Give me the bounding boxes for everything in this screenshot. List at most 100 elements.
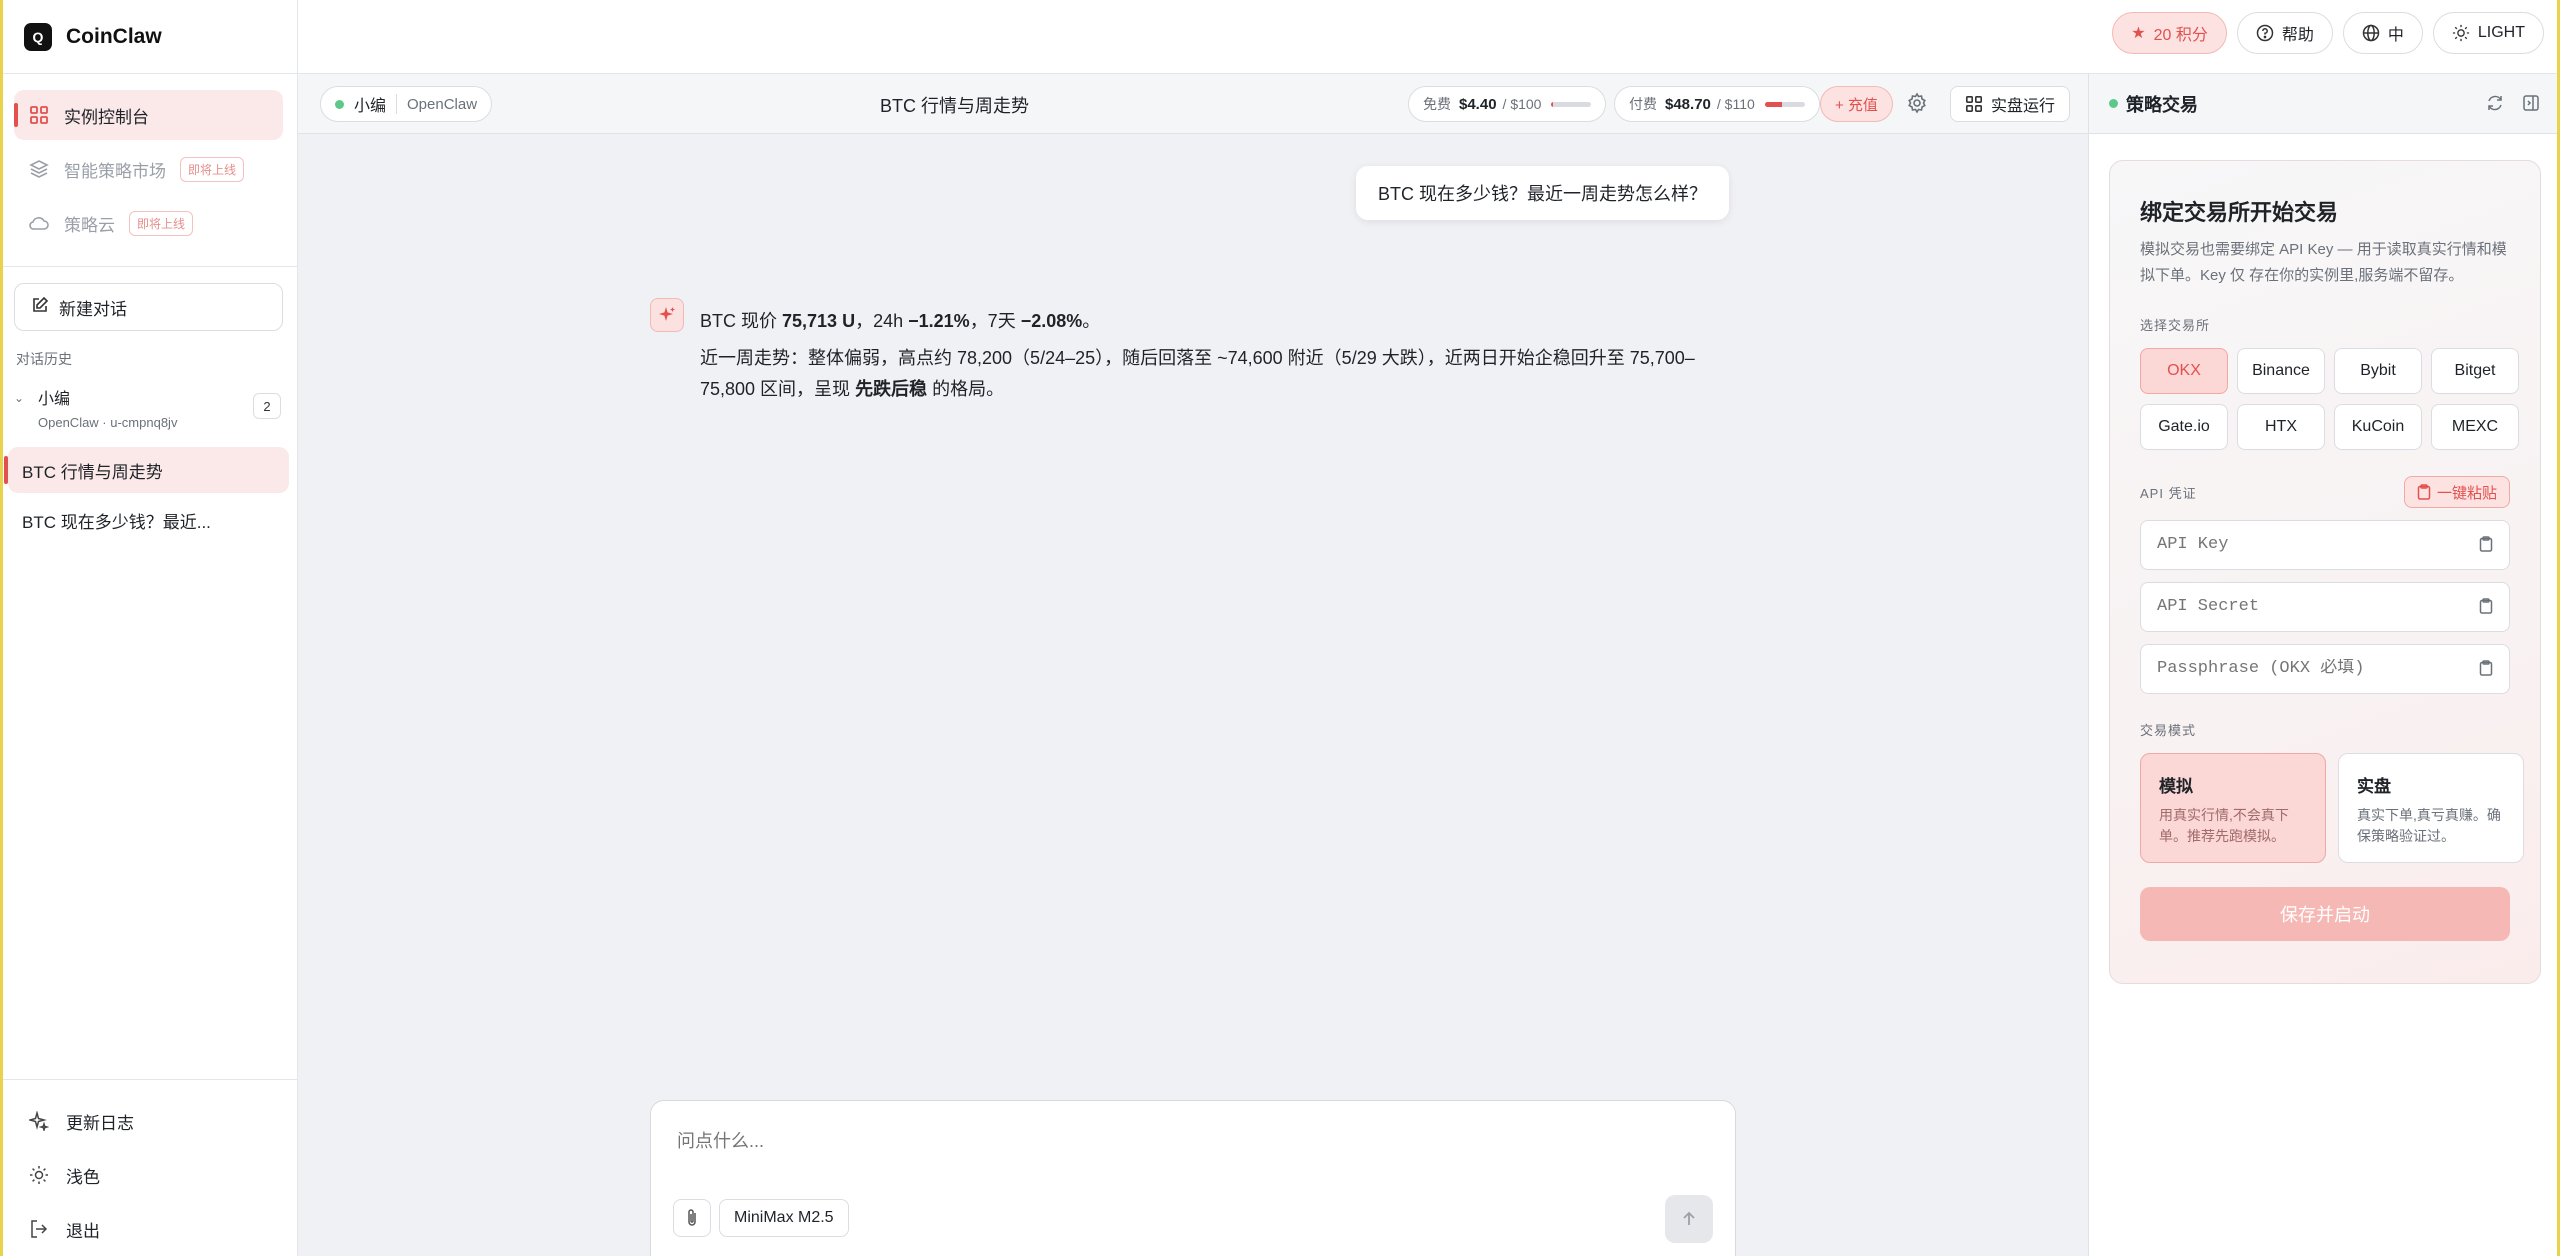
collapse-panel-icon[interactable] (2522, 94, 2540, 117)
help-button[interactable]: 帮助 (2236, 12, 2333, 54)
live-run-button[interactable]: 实盘运行 (1950, 86, 2071, 122)
sidebar: Q CoinClaw 实例控制台 智能策略市场 即将上线 策略云 即将上线 新建… (0, 0, 298, 1256)
text-segment: BTC 现价 (700, 311, 783, 331)
clipboard-icon[interactable] (2479, 598, 2493, 619)
text-segment: ，24h (855, 311, 909, 331)
clipboard-icon (2417, 484, 2431, 500)
nav-item-strategy-cloud[interactable]: 策略云 即将上线 (14, 198, 283, 248)
bot-message-line: BTC 现价 75,713 U，24h −1.21%，7天 −2.08%。 (700, 306, 1720, 337)
change-7d-value: −2.08% (1020, 311, 1083, 331)
changelog-button[interactable]: 更新日志 (0, 1094, 297, 1148)
text-segment: 。 (1082, 311, 1101, 331)
edit-icon (31, 296, 49, 319)
message-input[interactable] (677, 1131, 1577, 1152)
layers-icon (28, 158, 50, 180)
bind-exchange-card: 绑定交易所开始交易 模拟交易也需要绑定 API Key — 用于读取真实行情和模… (2109, 160, 2541, 984)
recharge-button[interactable]: + 充值 (1820, 86, 1893, 122)
theme-label: LIGHT (2477, 24, 2525, 41)
api-secret-input[interactable] (2157, 597, 2477, 616)
send-button[interactable] (1665, 1195, 1713, 1243)
agent-chip[interactable]: 小编 OpenClaw (320, 86, 493, 122)
logout-label: 退出 (66, 1221, 100, 1241)
brand[interactable]: Q CoinClaw (0, 0, 297, 74)
nav-item-label: 策略云 (64, 215, 115, 235)
conversation-item[interactable]: BTC 现在多少钱？最近... (8, 497, 289, 543)
points-label: 20 积分 (2153, 27, 2208, 44)
exchange-option[interactable]: Bitget (2431, 348, 2519, 394)
exchange-option[interactable]: Gate.io (2140, 404, 2228, 450)
nav-item-instance-console[interactable]: 实例控制台 (14, 90, 283, 140)
divider (396, 94, 398, 114)
strategy-panel: 策略交易 绑定交易所开始交易 模拟交易也需要绑定 API Key — 用于读取真… (2088, 74, 2560, 1256)
exchange-option[interactable]: Bybit (2334, 348, 2422, 394)
grid-icon (1965, 95, 1983, 113)
refresh-icon[interactable] (2486, 94, 2504, 117)
exchange-option[interactable]: Binance (2237, 348, 2325, 394)
panel-header-actions (2486, 94, 2540, 117)
save-and-start-button[interactable]: 保存并启动 (2140, 887, 2510, 941)
exchange-option[interactable]: KuCoin (2334, 404, 2422, 450)
globe-icon (2362, 24, 2380, 42)
top-actions: ★ 20 积分 帮助 中 LIGHT (2112, 12, 2544, 54)
nav-item-label: 智能策略市场 (64, 161, 166, 181)
mode-description: 真实下单,真亏真赚。确保策略验证过。 (2357, 807, 2501, 844)
paid-quota-fill (1764, 101, 1783, 107)
passphrase-field (2140, 644, 2510, 694)
agent-platform: OpenClaw (407, 95, 478, 113)
model-selector[interactable]: MiniMax M2.5 (719, 1199, 849, 1237)
mode-label: 交易模式 (2140, 723, 2197, 738)
paste-all-label: 一键粘贴 (2436, 484, 2497, 502)
mode-option-live[interactable]: 实盘 真实下单,真亏真赚。确保策略验证过。 (2338, 753, 2524, 863)
price-value: 75,713 U (782, 311, 856, 331)
free-quota: 免费 $4.40 / $100 (1408, 86, 1607, 122)
chat-title: BTC 行情与周走势 (880, 96, 1030, 116)
free-quota-fill (1551, 101, 1554, 107)
card-description: 模拟交易也需要绑定 API Key — 用于读取真实行情和模拟下单。Key 仅 … (2140, 241, 2507, 284)
exchange-label: 选择交易所 (2140, 318, 2211, 333)
history-group[interactable]: ⌄ 小编 OpenClaw · u-cmpnq8jv 2 (14, 385, 283, 437)
new-chat-button[interactable]: 新建对话 (14, 283, 283, 331)
credentials-label: API 凭证 (2140, 485, 2197, 501)
clipboard-icon[interactable] (2479, 536, 2493, 557)
passphrase-input[interactable] (2157, 659, 2477, 678)
chevron-down-icon[interactable]: ⌄ (14, 391, 28, 405)
theme-toggle-button[interactable]: 浅色 (0, 1148, 297, 1202)
paperclip-icon[interactable] (673, 1199, 711, 1237)
exchange-option[interactable]: MEXC (2431, 404, 2519, 450)
paste-all-button[interactable]: 一键粘贴 (2403, 476, 2510, 508)
history-title: 对话历史 (16, 351, 72, 367)
emphasis: 先跌后稳 (855, 379, 928, 399)
strategy-panel-header: 策略交易 (2089, 74, 2560, 134)
brand-name: CoinClaw (66, 24, 162, 48)
logout-button[interactable]: 退出 (0, 1202, 297, 1256)
nav-item-strategy-market[interactable]: 智能策略市场 即将上线 (14, 144, 283, 194)
brand-logo-icon: Q (24, 22, 52, 51)
exchange-grid: OKX Binance Bybit Bitget Gate.io HTX KuCoin MEX… (2140, 348, 2519, 450)
language-button[interactable]: 中 (2342, 12, 2423, 54)
window-edge-left (0, 0, 3, 1256)
exchange-option[interactable]: OKX (2140, 348, 2228, 394)
paid-quota-limit: / $110 (1716, 96, 1755, 112)
divider (0, 266, 297, 267)
arrow-up-icon (1683, 1211, 1695, 1225)
mode-option-simulated[interactable]: 模拟 用真实行情,不会真下单。推荐先跑模拟。 (2140, 753, 2326, 863)
coming-soon-badge: 即将上线 (180, 156, 245, 182)
gear-icon[interactable] (1906, 92, 1928, 119)
clipboard-icon[interactable] (2479, 660, 2493, 681)
language-label: 中 (2387, 27, 2404, 44)
free-quota-limit: / $100 (1502, 96, 1542, 112)
mode-title: 模拟 (2159, 777, 2193, 796)
logout-icon (28, 1219, 50, 1239)
exchange-option[interactable]: HTX (2237, 404, 2325, 450)
help-label: 帮助 (2281, 27, 2314, 44)
sun-icon (28, 1165, 50, 1185)
agent-name: 小编 (354, 98, 387, 115)
conversation-item[interactable]: BTC 行情与周走势 (4, 447, 289, 493)
points-button[interactable]: ★ 20 积分 (2112, 12, 2227, 54)
new-chat-label: 新建对话 (59, 299, 127, 319)
theme-button[interactable]: LIGHT (2432, 12, 2544, 54)
help-circle-icon (2256, 24, 2274, 42)
change-24h-value: −1.21% (908, 311, 970, 331)
api-key-input[interactable] (2157, 535, 2477, 554)
mode-description: 用真实行情,不会真下单。推荐先跑模拟。 (2159, 807, 2289, 844)
